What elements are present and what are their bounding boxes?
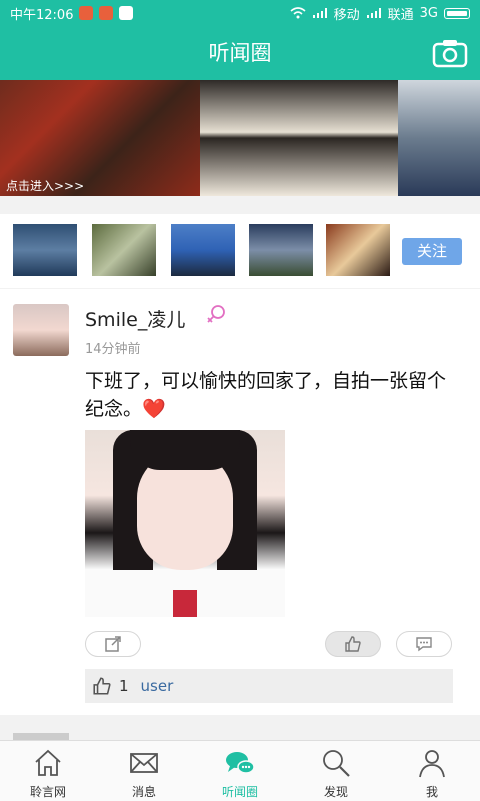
follow-button[interactable]: 关注: [402, 238, 462, 265]
thumbnail-image[interactable]: [249, 224, 313, 276]
post-body: 下班了，可以愉快的回家了，自拍一张留个纪念。: [85, 370, 447, 420]
signal-icon: [312, 8, 327, 18]
person-icon: [419, 750, 445, 778]
likes-bar: 1 user: [85, 669, 453, 703]
status-time: 中午12:06: [10, 7, 74, 23]
female-icon: [207, 305, 225, 323]
status-bar: 中午12:06 移动 联通 3G: [0, 0, 480, 26]
network-type: 3G: [419, 5, 438, 21]
banner-enter-link[interactable]: 点击进入>>>: [6, 177, 84, 194]
tab-label: 听闻圈: [221, 785, 258, 799]
app-bar: 听闻圈: [0, 26, 480, 80]
battery-icon: [444, 7, 470, 19]
banner-image-person: [398, 80, 480, 196]
bottom-tab-bar: 聆言网 消息 听闻圈 发现 我: [0, 740, 480, 801]
post-text: 下班了，可以愉快的回家了，自拍一张留个纪念。❤️: [85, 367, 455, 423]
liker-username[interactable]: user: [141, 677, 174, 695]
thumbnail-image[interactable]: [13, 224, 77, 276]
share-icon: [105, 636, 121, 652]
heart-emoji: ❤️: [142, 398, 166, 420]
tab-label: 聆言网: [29, 785, 66, 799]
search-icon: [323, 750, 350, 777]
tab-messages[interactable]: 消息: [96, 741, 192, 801]
home-icon: [35, 749, 61, 776]
tab-circle[interactable]: 听闻圈: [192, 741, 288, 801]
notification-icon: [79, 6, 94, 20]
recommended-row: 关注: [0, 214, 480, 288]
thumbnail-image[interactable]: [92, 224, 156, 276]
feed-post: Smile_凌儿 14分钟前 下班了，可以愉快的回家了，自拍一张留个纪念。❤️ …: [0, 289, 480, 715]
tab-me[interactable]: 我: [384, 741, 480, 801]
thumbnail-image[interactable]: [171, 224, 235, 276]
qq-icon: [119, 6, 134, 20]
banner-image-dishes: [200, 80, 398, 196]
carrier-label: 移动: [333, 7, 360, 23]
post-time: 14分钟前: [85, 342, 141, 357]
thumbs-up-icon: [93, 677, 111, 695]
avatar[interactable]: [13, 304, 69, 356]
camera-icon[interactable]: [432, 38, 468, 68]
page-title: 听闻圈: [208, 41, 272, 65]
tab-home[interactable]: 聆言网: [0, 741, 96, 801]
post-photo[interactable]: [85, 430, 285, 617]
tab-discover[interactable]: 发现: [288, 741, 384, 801]
like-button[interactable]: [325, 631, 381, 657]
thumbs-up-icon: [345, 636, 361, 652]
thumbnail-image[interactable]: [326, 224, 390, 276]
wifi-icon: [290, 7, 306, 19]
signal-icon: [366, 8, 381, 18]
comment-button[interactable]: [396, 631, 452, 657]
tab-label: 消息: [131, 785, 156, 799]
tab-label: 我: [425, 785, 438, 799]
notification-icon: [99, 6, 114, 20]
carrier-label: 联通: [387, 7, 414, 23]
like-count: 1: [119, 677, 129, 695]
comment-icon: [416, 637, 432, 652]
post-username[interactable]: Smile_凌儿: [85, 305, 185, 332]
share-button[interactable]: [85, 631, 141, 657]
promo-banner[interactable]: 点击进入>>>: [0, 80, 480, 196]
chat-bubbles-icon: [226, 752, 255, 774]
tab-label: 发现: [323, 785, 348, 799]
mail-icon: [130, 753, 158, 773]
